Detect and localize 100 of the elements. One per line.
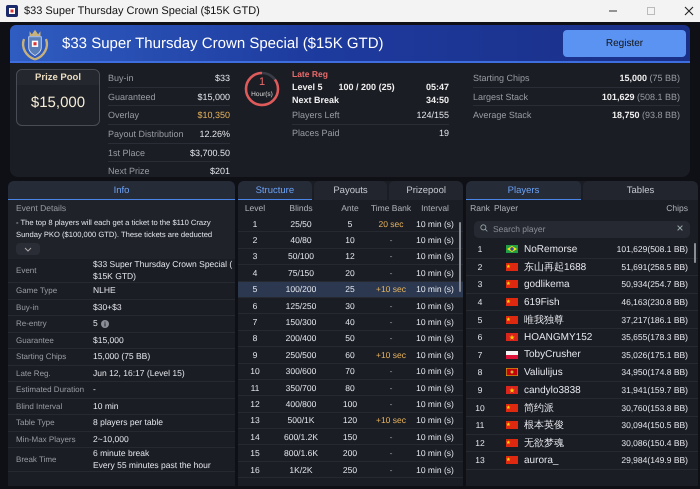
table-cell-text: 4: [252, 268, 258, 278]
table-cell-text: 12: [249, 398, 261, 409]
info-value: $15K GTD): [93, 270, 136, 282]
table-cell-text: 10 min (s): [415, 284, 455, 294]
table-cell-text: 10 min (s): [415, 350, 455, 360]
player-name: 简约派: [524, 402, 554, 415]
next-break-time: 34:50: [426, 94, 449, 104]
register-button[interactable]: Register: [563, 30, 686, 56]
stat-label: Payout Distribution: [108, 128, 184, 139]
chevron-down-icon: [24, 246, 32, 252]
stat-label: Largest Stack: [473, 92, 528, 102]
details-heading: Event Details: [16, 203, 68, 213]
rank-cell-text: 11: [474, 420, 486, 430]
table-cell-text: 1K/2K: [288, 464, 314, 475]
table-cell-text: 800/1.6K: [282, 448, 320, 458]
info-icon[interactable]: [100, 320, 109, 328]
info-label: Late Reg.: [16, 368, 52, 378]
info-value: Jun 12, 16:17 (Level 15): [93, 368, 185, 379]
info-value: $33 Super Thursday Crown Special (: [93, 259, 232, 270]
table-cell-text: 10 min (s): [415, 268, 455, 278]
chips-cell-text: 37,217(186.1 BB): [620, 314, 688, 325]
info-value: 15,000 (75 BB): [93, 351, 150, 362]
info-label: Buy-in: [16, 302, 40, 312]
player-name: godlikema: [524, 278, 570, 290]
table-cell-text: 20: [344, 268, 356, 278]
player-name: 唯我独尊: [524, 314, 564, 327]
table-cell-text: 16: [249, 464, 261, 475]
column-header: Ante: [340, 203, 360, 213]
table-cell-text: 10 min (s): [415, 398, 455, 409]
late-reg-label: Late Reg: [292, 69, 329, 80]
rank-cell-text: 1: [476, 244, 484, 254]
rank-cell-text: 10: [474, 402, 486, 413]
table-cell-text: -: [388, 398, 394, 409]
structure-tab[interactable]: Payouts: [314, 181, 388, 200]
info-label: Event: [16, 266, 38, 275]
table-cell-text: 10 min (s): [415, 333, 455, 344]
structure-tab[interactable]: Structure: [238, 181, 312, 200]
rank-cell-text: 5: [476, 314, 484, 325]
player-name: 东山再起1688: [524, 260, 586, 274]
info-value: NLHE: [93, 285, 116, 296]
table-cell-text: 10: [344, 235, 356, 246]
stat-value: $10,350: [197, 110, 230, 120]
info-value: $15,000: [93, 334, 124, 346]
table-cell-text: 200/400: [284, 333, 318, 344]
table-cell-text: -: [388, 300, 394, 311]
table-cell-text: 40: [344, 317, 356, 328]
player-name: aurora_: [524, 454, 558, 466]
table-cell-text: -: [388, 366, 394, 376]
table-cell-text: 10: [249, 366, 261, 376]
table-cell-text: -: [388, 268, 394, 278]
stat-value: $33: [214, 72, 230, 83]
info-label: Game Type: [16, 286, 58, 296]
info-label: Re-entry: [16, 319, 48, 328]
level-blinds: 100 / 200 (25): [338, 82, 395, 92]
table-cell-text: 40/80: [289, 235, 313, 246]
structure-tab[interactable]: Prizepool: [389, 181, 463, 200]
table-cell-text: 12: [344, 251, 356, 262]
tournament-title: $33 Super Thursday Crown Special ($15K GTD): [62, 34, 384, 52]
stat-value: 101,629 (508.1 BB): [602, 92, 680, 102]
players-tab[interactable]: Players: [466, 181, 581, 200]
table-cell-text: 350/700: [284, 382, 318, 393]
table-cell-text: +10 sec: [374, 350, 407, 360]
table-cell-text: -: [388, 448, 394, 458]
table-cell-text: 13: [249, 415, 261, 426]
chips-cell-text: 35,655(178.3 BB): [620, 332, 688, 342]
chips-cell-text: 50,934(254.7 BB): [620, 279, 688, 290]
table-cell-text: 30: [344, 300, 356, 311]
rank-cell-text: 4: [476, 297, 484, 308]
info-label: Guarantee: [16, 336, 55, 345]
table-cell-text: 5: [346, 218, 354, 229]
prize-pool-label: Prize Pool: [17, 70, 99, 85]
next-break-label: Next Break: [292, 94, 340, 104]
stat-value: $3,700.50: [190, 148, 230, 158]
player-name: HOANGMY152: [524, 332, 592, 343]
rank-cell-text: 13: [474, 455, 486, 466]
stat-label: Guaranteed: [108, 92, 156, 102]
table-cell-text: -: [388, 432, 394, 442]
expand-button[interactable]: [16, 243, 40, 255]
info-value: 8 players per table: [93, 417, 163, 428]
search-field[interactable]: Search player: [474, 220, 690, 238]
chips-cell-text: 30,760(153.8 BB): [620, 402, 688, 413]
clear-icon[interactable]: [676, 224, 684, 232]
close-icon[interactable]: [684, 6, 694, 16]
table-cell-text: 11: [250, 382, 260, 393]
table-cell-text: +10 sec: [374, 284, 407, 294]
players-tab[interactable]: Tables: [583, 181, 698, 200]
scrollbar[interactable]: [694, 243, 696, 263]
info-value: -: [93, 384, 96, 396]
table-cell-text: 600/1.2K: [282, 432, 320, 442]
column-header: Chips: [665, 203, 688, 213]
table-cell-text: 10 min (s): [415, 235, 455, 246]
prize-pool-amount: $15,000: [30, 94, 86, 111]
info-tab[interactable]: Info: [8, 181, 235, 200]
table-cell-text: 250: [342, 464, 358, 475]
stat-value: $15,000: [197, 92, 230, 102]
rank-cell-text: 7: [476, 350, 484, 360]
chips-cell-text: 31,941(159.7 BB): [620, 385, 688, 396]
scrollbar[interactable]: [459, 222, 461, 292]
info-value: 2~10,000: [93, 434, 129, 445]
table-cell-text: -: [388, 251, 394, 262]
